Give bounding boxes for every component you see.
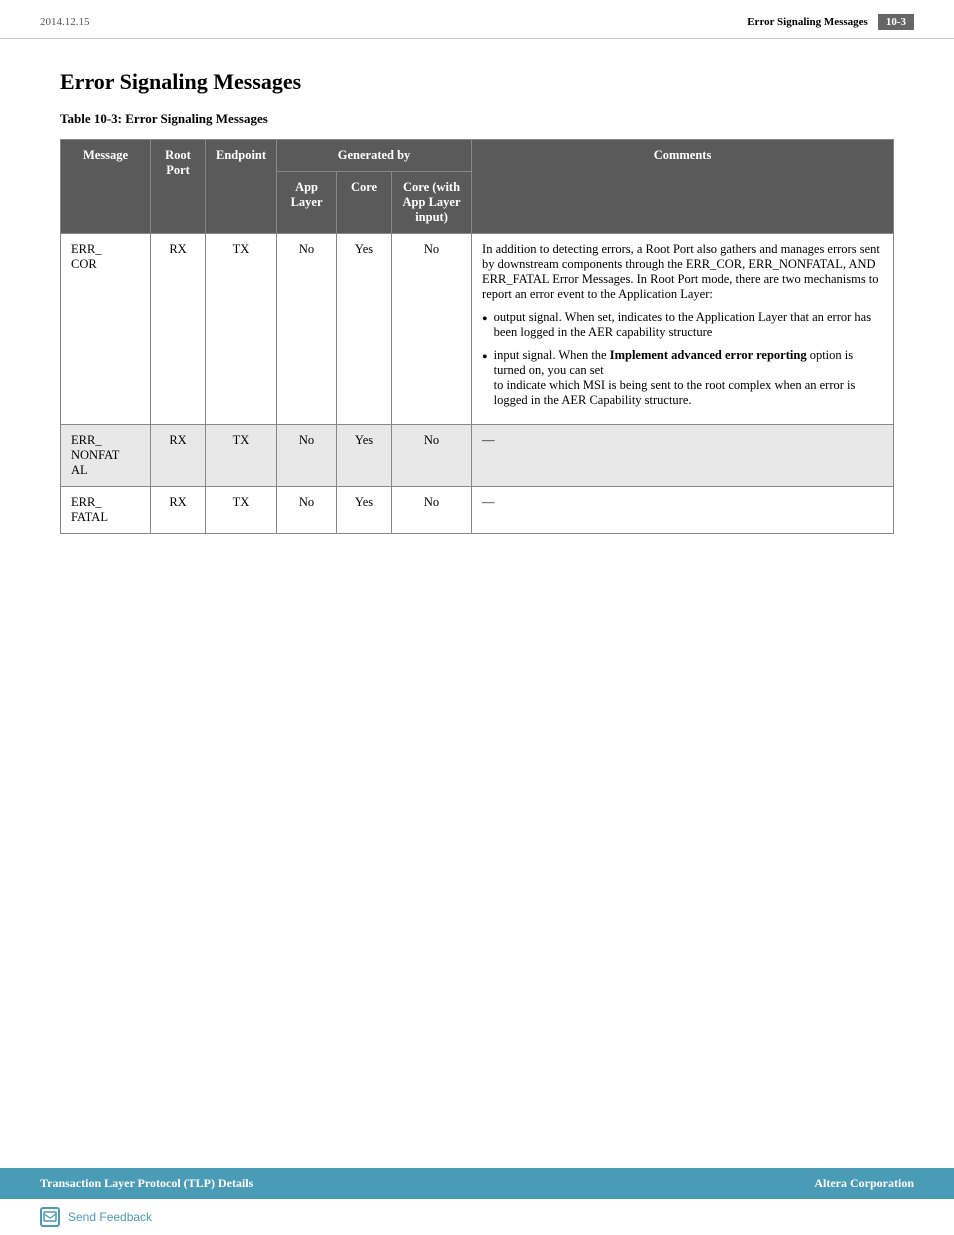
- cell-comments-3: —: [472, 487, 894, 534]
- bullet-1-text: output signal. When set, indicates to th…: [494, 310, 883, 340]
- cell-endpoint-2: TX: [206, 425, 277, 487]
- cell-core-with-1: No: [392, 234, 472, 425]
- footer-right: Altera Corporation: [814, 1176, 914, 1191]
- cell-core-with-3: No: [392, 487, 472, 534]
- cell-endpoint-1: TX: [206, 234, 277, 425]
- cell-core-1: Yes: [337, 234, 392, 425]
- cell-message-1: ERR_COR: [61, 234, 151, 425]
- table-row: ERR_COR RX TX No Yes No In addition to d…: [61, 234, 894, 425]
- cell-app-layer-3: No: [277, 487, 337, 534]
- header-date: 2014.12.15: [40, 16, 90, 28]
- col-header-core-with: Core (with App Layer input): [392, 172, 472, 234]
- comments-bullets: output signal. When set, indicates to th…: [482, 310, 883, 408]
- col-header-endpoint: Endpoint: [206, 140, 277, 234]
- bullet-2-content: input signal. When the Implement advance…: [494, 348, 883, 408]
- feedback-link[interactable]: Send Feedback: [68, 1210, 152, 1224]
- col-header-message: Message: [61, 140, 151, 234]
- col-header-comments: Comments: [472, 140, 894, 234]
- page-header: 2014.12.15 Error Signaling Messages 10-3: [0, 0, 954, 39]
- cell-message-2: ERR_NONFATAL: [61, 425, 151, 487]
- cell-app-layer-1: No: [277, 234, 337, 425]
- page-title: Error Signaling Messages: [60, 69, 894, 95]
- header-right: Error Signaling Messages 10-3: [747, 14, 914, 30]
- cell-comments-1: In addition to detecting errors, a Root …: [472, 234, 894, 425]
- cell-root-port-1: RX: [151, 234, 206, 425]
- table-row: ERR_NONFATAL RX TX No Yes No —: [61, 425, 894, 487]
- footer-left: Transaction Layer Protocol (TLP) Details: [40, 1176, 253, 1191]
- footer-bar: Transaction Layer Protocol (TLP) Details…: [0, 1168, 954, 1199]
- comments-intro: In addition to detecting errors, a Root …: [482, 242, 880, 301]
- col-header-generated-by: Generated by: [277, 140, 472, 172]
- cell-comments-2: —: [472, 425, 894, 487]
- cell-root-port-2: RX: [151, 425, 206, 487]
- cell-root-port-3: RX: [151, 487, 206, 534]
- bullet-2-bold: Implement advanced error reporting: [610, 348, 807, 362]
- table-row: ERR_FATAL RX TX No Yes No —: [61, 487, 894, 534]
- page-footer: Transaction Layer Protocol (TLP) Details…: [0, 1168, 954, 1235]
- page-number: 10-3: [878, 14, 914, 30]
- cell-core-with-2: No: [392, 425, 472, 487]
- content-area: Error Signaling Messages Table 10-3: Err…: [0, 39, 954, 574]
- cell-app-layer-2: No: [277, 425, 337, 487]
- bullet-2-pre: input signal. When the: [494, 348, 610, 362]
- bullet-item-1: output signal. When set, indicates to th…: [482, 310, 883, 340]
- col-header-app-layer: App Layer: [277, 172, 337, 234]
- error-signaling-table: Message Root Port Endpoint Generated by …: [60, 139, 894, 534]
- col-header-root-port: Root Port: [151, 140, 206, 234]
- cell-core-2: Yes: [337, 425, 392, 487]
- cell-core-3: Yes: [337, 487, 392, 534]
- bullet-2-end: to indicate which MSI is being sent to t…: [494, 378, 856, 407]
- header-title: Error Signaling Messages: [747, 16, 868, 28]
- col-header-core: Core: [337, 172, 392, 234]
- table-caption: Table 10-3: Error Signaling Messages: [60, 111, 894, 127]
- footer-feedback-area: Send Feedback: [0, 1199, 954, 1235]
- cell-message-3: ERR_FATAL: [61, 487, 151, 534]
- bullet-item-2: input signal. When the Implement advance…: [482, 348, 883, 408]
- cell-endpoint-3: TX: [206, 487, 277, 534]
- feedback-icon: [40, 1207, 60, 1227]
